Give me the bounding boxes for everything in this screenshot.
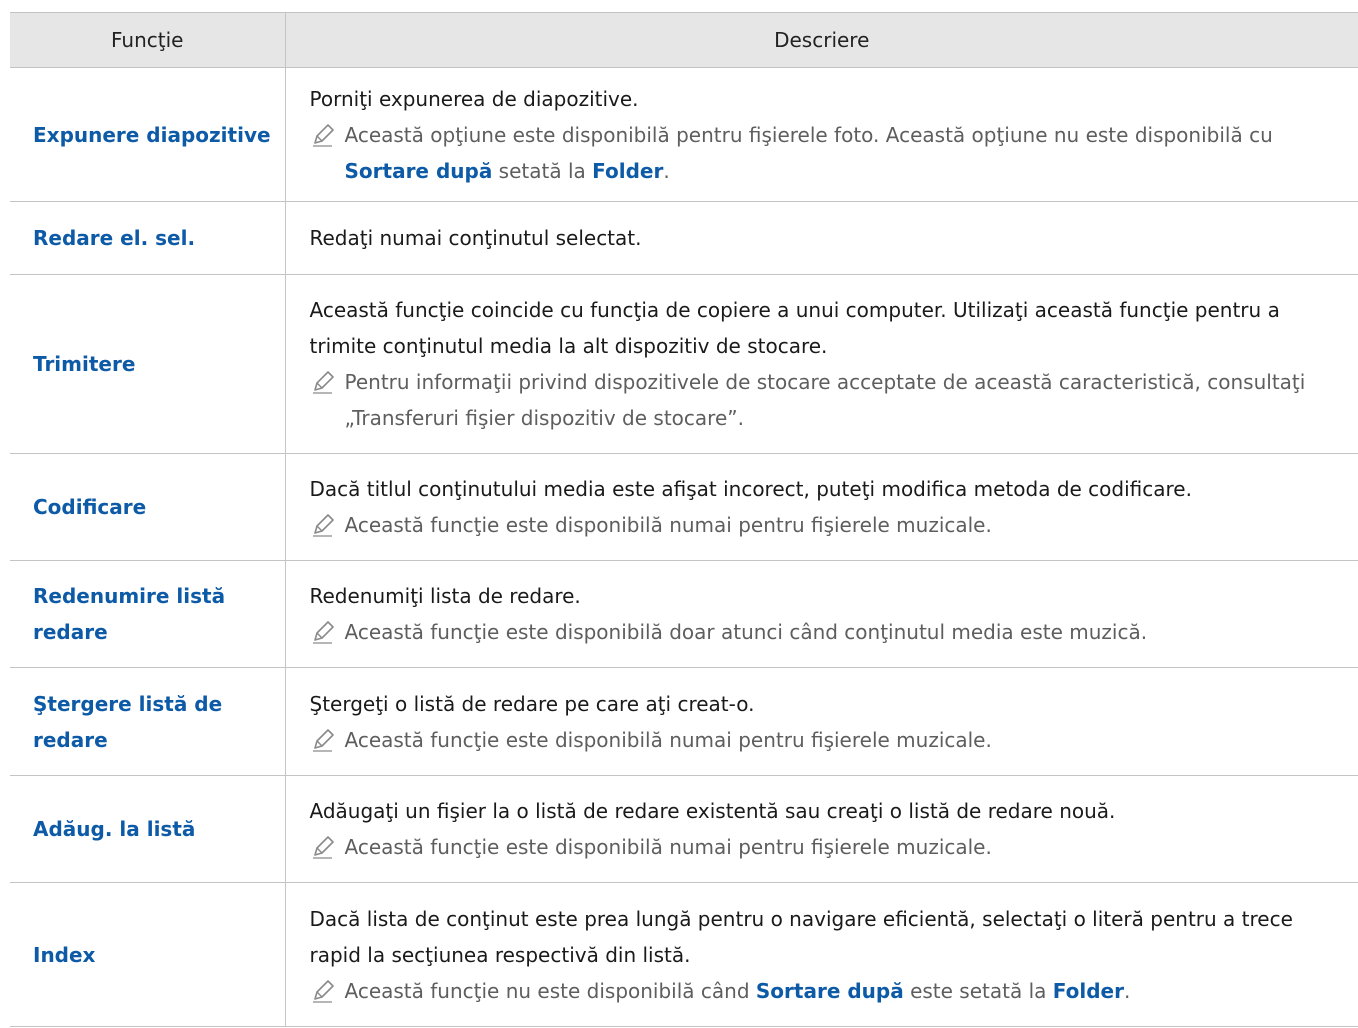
note: Această opţiune este disponibilă pentru … [310,117,1351,189]
note-keyword: Sortare după [344,158,493,183]
function-name: Adăug. la listă [10,775,286,883]
function-description: Adăugaţi un fişier la o listă de redare … [285,775,1358,883]
function-name: Redenumire listă redare [10,560,286,668]
table-row: Index Dacă lista de conţinut este prea l… [10,882,1358,1027]
note-text: setată la [492,158,593,183]
note-keyword: Folder [592,158,664,183]
function-description: Această funcţie coincide cu funcţia de c… [285,274,1358,454]
table-row: Ştergere listă de redare Ştergeţi o list… [10,667,1358,776]
function-description: Porniţi expunerea de diapozitive. Aceast… [285,67,1358,202]
note-text: Această funcţie este disponibilă numai p… [344,835,992,859]
description-text: Ştergeţi o listă de redare pe care aţi c… [309,691,755,716]
function-description: Dacă titlul conţinutului media este afiş… [285,453,1358,561]
pencil-icon [312,979,334,1003]
function-description: Redaţi numai conţinutul selectat. [285,201,1358,275]
description-text: Dacă lista de conţinut este prea lungă p… [309,906,1293,967]
note-text: Această funcţie este disponibilă doar at… [344,620,1148,644]
function-table-container: Funcţie Descriere Expunere diapozitive P… [10,12,1358,1027]
note: Pentru informaţii privind dispozitivele … [310,364,1351,436]
note-text: Această funcţie este disponibilă numai p… [344,727,992,752]
note: Această funcţie este disponibilă doar at… [310,614,1351,650]
description-text: Redaţi numai conţinutul selectat. [309,226,642,250]
header-description: Descriere [285,12,1358,68]
table-row: Trimitere Această funcţie coincide cu fu… [10,274,1358,454]
pencil-icon [312,621,334,644]
table-row: Codificare Dacă titlul conţinutului medi… [10,453,1358,561]
function-description: Ştergeţi o listă de redare pe care aţi c… [285,667,1358,776]
table-row: Expunere diapozitive Porniţi expunerea d… [10,67,1358,202]
header-function: Funcţie [10,12,286,68]
note-text: . [1123,978,1131,1003]
pencil-icon [312,836,334,859]
function-name: Trimitere [10,274,286,454]
pencil-icon [312,728,334,752]
pencil-icon [312,123,334,147]
description-text: Această funcţie coincide cu funcţia de c… [309,298,1280,358]
table-row: Redare el. sel. Redaţi numai conţinutul … [10,201,1358,275]
note: Această funcţie este disponibilă numai p… [310,507,1351,543]
description-text: Adăugaţi un fişier la o listă de redare … [309,799,1116,823]
description-text: Redenumiţi lista de redare. [309,584,581,608]
pencil-icon [312,371,334,394]
function-description: Dacă lista de conţinut este prea lungă p… [285,882,1358,1027]
note-text: Această funcţie este disponibilă numai p… [344,513,992,537]
note-text: Pentru informaţii privind dispozitivele … [344,370,1306,430]
function-name: Ştergere listă de redare [10,667,286,776]
note: Această funcţie este disponibilă numai p… [310,722,1351,758]
function-name: Redare el. sel. [10,201,286,275]
function-name: Expunere diapozitive [10,67,286,202]
note-text: . [663,158,670,183]
note-keyword: Folder [1052,978,1124,1003]
function-table: Funcţie Descriere Expunere diapozitive P… [10,12,1358,1027]
note-keyword: Sortare după [755,978,904,1003]
pencil-icon [312,514,334,537]
table-row: Redenumire listă redare Redenumiţi lista… [10,560,1358,668]
note: Această funcţie este disponibilă numai p… [310,829,1351,865]
note: Această funcţie nu este disponibilă când… [310,973,1351,1009]
function-name: Codificare [10,453,286,561]
table-header-row: Funcţie Descriere [10,12,1358,68]
description-text: Dacă titlul conţinutului media este afiş… [309,477,1192,501]
note-text: Această opţiune este disponibilă pentru … [344,122,1273,147]
table-row: Adăug. la listă Adăugaţi un fişier la o … [10,775,1358,883]
note-text: Această funcţie nu este disponibilă când [344,978,756,1003]
function-description: Redenumiţi lista de redare. Această func… [285,560,1358,668]
note-text: este setată la [903,978,1053,1003]
function-name: Index [10,882,286,1027]
description-text: Porniţi expunerea de diapozitive. [309,86,639,111]
